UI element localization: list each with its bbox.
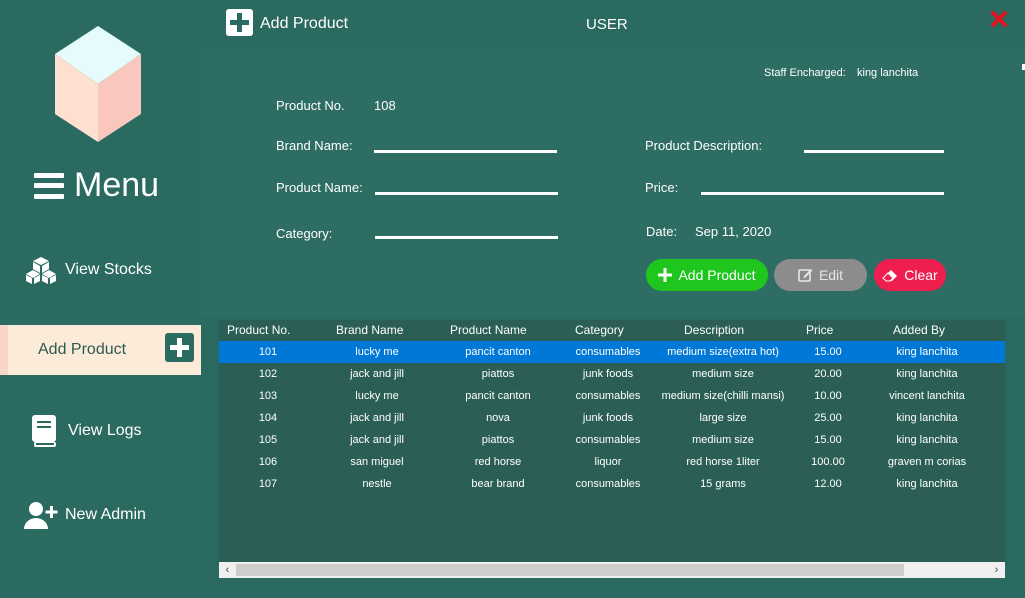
user-plus-icon [24,502,58,529]
price-label: Price: [645,180,679,195]
category-label: Category: [276,226,333,241]
sidebar-item-label: Add Product [38,341,127,358]
scroll-left-arrow[interactable]: ‹ [219,562,236,578]
column-header[interactable]: Brand Name [336,323,403,337]
sidebar: Menu View Stocks Add Product View Logs N… [0,0,201,598]
table-row[interactable]: 107 nestle bear brand consumables 15 grams 12… [219,473,1005,495]
staff-value: king lanchita [857,67,919,79]
description-field[interactable] [804,150,944,153]
column-header[interactable]: Category [575,323,624,337]
book-icon [32,415,56,447]
product-name-label: Product Name: [276,180,363,195]
products-table[interactable]: Product No. Brand Name Product Name Cate… [219,320,1005,578]
table-cell: graven m corias [887,456,967,468]
clear-button-label: Clear [904,267,938,283]
add-product-button-label: Add Product [678,267,756,283]
eraser-icon [882,269,898,281]
table-cell: lucky me [355,346,399,358]
window-title: Add Product [260,15,349,32]
edit-icon [798,269,813,282]
menu-label: Menu [74,166,160,204]
active-marker [0,325,8,375]
horizontal-scrollbar[interactable]: ‹ › [219,562,1005,578]
column-header[interactable]: Added By [893,323,945,337]
close-icon[interactable] [990,10,1008,28]
brand-name-label: Brand Name: [276,138,353,153]
table-row[interactable]: 103 lucky me pancit canton consumables mediu… [219,385,1005,407]
date-label: Date: [646,224,678,239]
hamburger-icon [34,172,64,199]
cubes-icon [26,257,56,284]
product-no-label: Product No. [276,98,345,113]
sidebar-item-label: New Admin [65,506,146,523]
table-row[interactable]: 104 jack and jill nova junk foods large size… [219,407,1005,429]
staff-label: Staff Encharged: [764,67,846,79]
table-cell: king lanchita [896,478,958,490]
column-header[interactable]: Price [806,323,833,337]
product-no-value: 108 [374,98,396,113]
clear-button[interactable]: Clear [874,259,946,291]
table-cell: king lanchita [896,368,958,380]
product-form: Staff Encharged: king lanchita Product N… [201,48,1025,318]
table-row[interactable]: 101 lucky me pancit canton consumables mediu… [219,341,1005,363]
sidebar-item-add-product[interactable]: Add Product [0,325,201,375]
plus-box-icon [226,9,253,36]
scrollbar-thumb[interactable] [236,564,904,576]
plus-box-icon [165,333,194,362]
column-header[interactable]: Product Name [450,323,527,337]
price-field[interactable] [701,192,944,195]
plus-icon [658,268,673,282]
title-bar: Add Product USER [201,0,1025,48]
column-header[interactable]: Description [684,323,744,337]
sidebar-item-view-logs[interactable]: View Logs [0,412,201,450]
user-label: USER [586,16,628,33]
edit-button-label: Edit [818,267,844,283]
table-cell: king lanchita [896,412,958,424]
description-label: Product Description: [645,138,763,153]
scroll-right-arrow[interactable]: › [988,562,1005,578]
table-header: Product No. Brand Name Product Name Cate… [219,320,1005,340]
sidebar-item-label: View Stocks [65,261,152,278]
date-value: Sep 11, 2020 [695,224,772,239]
category-field[interactable] [375,236,558,239]
sidebar-item-label: View Logs [68,422,142,439]
table-cell: king lanchita [896,434,958,446]
cube-logo-icon [55,26,141,142]
table-cell: king lanchita [896,346,958,358]
brand-name-field[interactable] [374,150,557,153]
product-name-field[interactable] [375,192,558,195]
menu-title[interactable]: Menu [34,166,159,205]
add-product-button[interactable]: Add Product [646,259,768,291]
table-cell: san miguel [350,456,404,468]
table-cell: nestle [362,478,392,490]
table-cell: lucky me [355,390,399,402]
table-row[interactable]: 105 jack and jill piattos consumables medium… [219,429,1005,451]
edit-button[interactable]: Edit [774,259,867,291]
table-cell: jack and jill [350,434,404,446]
table-row[interactable]: 102 jack and jill piattos junk foods medium … [219,363,1005,385]
table-row[interactable]: 106 san miguel red horse liquor red horse 1l… [219,451,1005,473]
sidebar-item-view-stocks[interactable]: View Stocks [0,253,201,287]
table-cell: vincent lanchita [889,390,965,402]
table-cell: jack and jill [350,368,404,380]
table-cell: jack and jill [350,412,404,424]
sidebar-item-new-admin[interactable]: New Admin [0,499,201,531]
column-header[interactable]: Product No. [227,323,290,337]
